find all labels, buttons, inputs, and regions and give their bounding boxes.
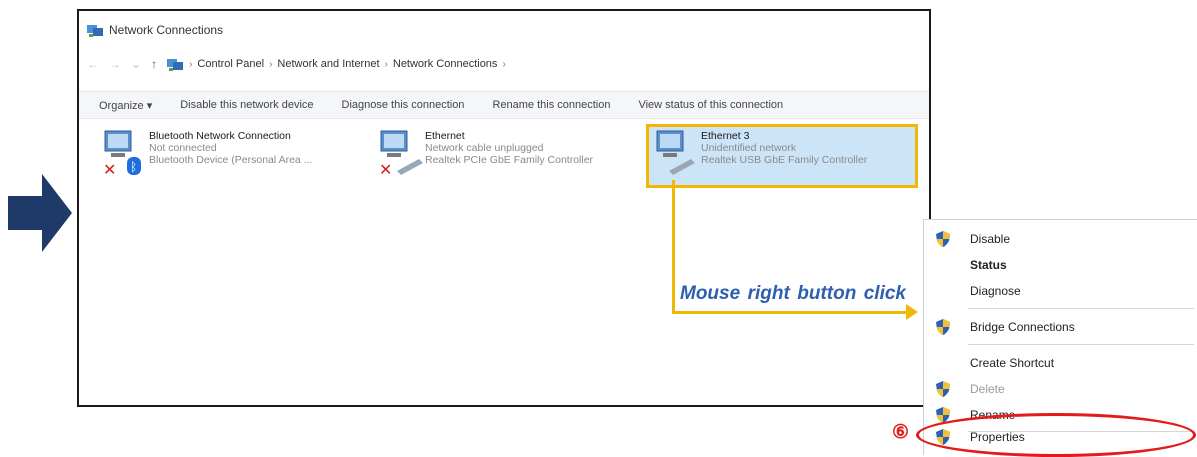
callout-arrowhead-icon — [906, 304, 918, 320]
highlight-oval — [916, 413, 1196, 457]
connection-name: Ethernet 3 — [701, 130, 750, 142]
ethernet-icon: ✕ — [379, 130, 423, 179]
title-bar: Network Connections — [79, 11, 929, 49]
chevron-right-icon[interactable]: › — [385, 59, 388, 70]
menu-item-diagnose[interactable]: Diagnose — [924, 278, 1197, 304]
connection-device: Bluetooth Device (Personal Area ... — [149, 154, 313, 166]
view-status-button[interactable]: View status of this connection — [624, 99, 797, 111]
connection-item-bluetooth[interactable]: ✕ ᛒ Bluetooth Network Connection Not con… — [97, 127, 367, 185]
organize-button[interactable]: Organize ▾ — [79, 99, 166, 112]
menu-item-delete[interactable]: Delete — [924, 376, 1197, 402]
connection-list: ✕ ᛒ Bluetooth Network Connection Not con… — [79, 119, 929, 219]
menu-item-label: Status — [970, 258, 1007, 272]
forward-arrow-icon[interactable]: → — [109, 57, 121, 71]
uac-shield-icon — [936, 381, 950, 397]
menu-item-status[interactable]: Status — [924, 252, 1197, 278]
svg-text:ᛒ: ᛒ — [130, 160, 137, 174]
address-bar[interactable]: ← → ⌄ ↑ › Control Panel › Network and In… — [79, 49, 929, 79]
connection-device: Realtek PCIe GbE Family Controller — [425, 154, 594, 166]
connection-status: Network cable unplugged — [425, 142, 544, 154]
callout-instruction: Mouse right button click — [680, 283, 906, 304]
window-title: Network Connections — [109, 23, 224, 37]
step-number-badge: ⑥ — [892, 422, 910, 443]
svg-text:✕: ✕ — [103, 160, 116, 179]
network-connections-window: Network Connections ← → ⌄ ↑ › Control Pa… — [77, 9, 931, 407]
back-arrow-icon[interactable]: ← — [87, 57, 99, 71]
connection-name: Bluetooth Network Connection — [149, 130, 291, 142]
menu-item-label: Bridge Connections — [970, 320, 1075, 334]
disable-device-button[interactable]: Disable this network device — [166, 99, 327, 111]
callout-line-vertical — [672, 180, 675, 314]
menu-separator — [968, 308, 1194, 309]
connection-status: Not connected — [149, 142, 217, 154]
rename-connection-button[interactable]: Rename this connection — [478, 99, 624, 111]
bluetooth-network-icon: ✕ ᛒ — [103, 130, 141, 179]
up-arrow-icon[interactable]: ↑ — [151, 57, 157, 71]
ethernet-icon — [656, 130, 695, 175]
uac-shield-icon — [936, 231, 950, 247]
menu-item-bridge-connections[interactable]: Bridge Connections — [924, 314, 1197, 340]
network-folder-icon — [87, 25, 103, 37]
menu-item-disable[interactable]: Disable — [924, 226, 1197, 252]
chevron-right-icon[interactable]: › — [269, 59, 272, 70]
diagnose-connection-button[interactable]: Diagnose this connection — [328, 99, 479, 111]
breadcrumb-control-panel[interactable]: Control Panel — [197, 58, 264, 70]
right-arrow-icon — [8, 174, 72, 252]
chevron-right-icon[interactable]: › — [502, 59, 505, 70]
menu-item-label: Diagnose — [970, 284, 1021, 298]
menu-item-create-shortcut[interactable]: Create Shortcut — [924, 350, 1197, 376]
recent-dropdown-icon[interactable]: ⌄ — [131, 57, 141, 71]
command-bar: Organize ▾ Disable this network device D… — [79, 91, 929, 119]
network-folder-icon — [167, 59, 184, 71]
connection-status: Unidentified network — [701, 142, 797, 154]
connection-item-ethernet[interactable]: ✕ Ethernet Network cable unplugged Realt… — [373, 127, 643, 185]
menu-item-label: Disable — [970, 232, 1011, 246]
connection-name: Ethernet — [425, 130, 465, 142]
breadcrumb-network-connections[interactable]: Network Connections — [393, 58, 498, 70]
menu-item-label: Create Shortcut — [970, 356, 1055, 370]
connection-item-ethernet-3[interactable]: Ethernet 3 Unidentified network Realtek … — [646, 124, 918, 188]
svg-text:✕: ✕ — [379, 160, 392, 179]
breadcrumb-network-and-internet[interactable]: Network and Internet — [277, 58, 379, 70]
uac-shield-icon — [936, 319, 950, 335]
menu-separator — [968, 344, 1194, 345]
chevron-right-icon[interactable]: › — [189, 59, 192, 70]
connection-device: Realtek USB GbE Family Controller — [701, 154, 868, 166]
menu-item-label: Delete — [970, 382, 1005, 396]
